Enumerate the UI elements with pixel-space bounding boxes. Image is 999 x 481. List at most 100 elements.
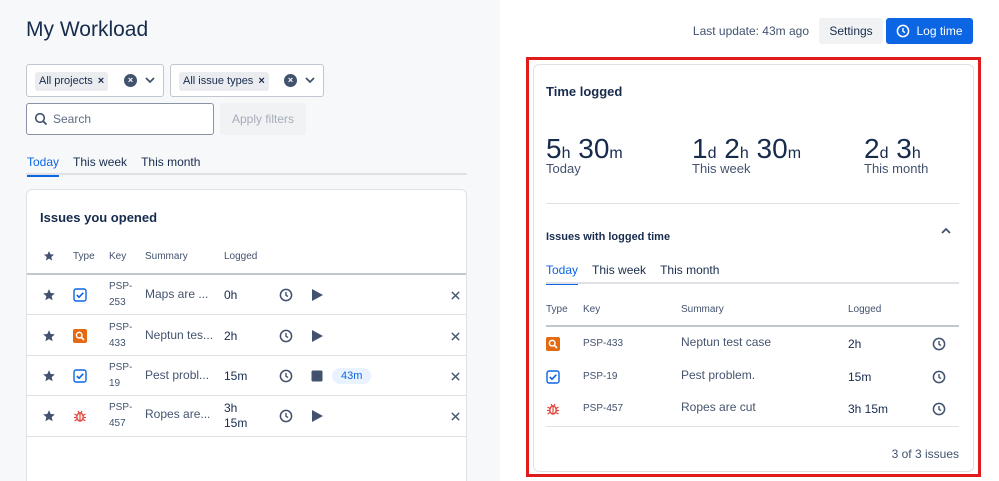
left-tabs: Today This week This month [27,155,200,177]
logged-time: 2h [224,329,238,343]
log-time-button[interactable]: Log time [886,18,973,44]
issue-key[interactable]: PSP-433 [109,320,139,352]
issue-key[interactable]: PSP-457 [583,401,623,417]
week-label: This week [692,161,751,176]
logged-time: 3h 15m [848,402,889,416]
issues-opened-card [26,189,467,481]
issue-key[interactable]: PSP-19 [583,369,617,385]
logged-time: 2h [848,337,862,351]
tab-this-month[interactable]: This month [141,155,200,175]
clock-icon[interactable] [932,370,946,384]
bug-type-icon [547,403,559,415]
last-update-text: Last update: 43m ago [692,24,809,38]
page-title: My Workload [26,18,149,41]
projects-chip: All projects × [35,72,109,91]
logged-time: 15m [224,369,248,383]
close-icon[interactable] [450,331,461,342]
table-header-divider [546,325,959,327]
star-header-icon [44,251,54,261]
logged-issues-title: Issues with logged time [546,231,671,243]
clock-icon[interactable] [279,329,293,343]
issue-key[interactable]: PSP- 253 [109,279,139,311]
row-divider [27,436,466,437]
month-label: This month [864,161,929,176]
chevron-down-icon[interactable] [304,73,316,87]
column-header-summary: Summary [145,251,188,262]
remove-chip-icon[interactable]: × [258,75,264,87]
tab-this-month[interactable]: This month [660,263,719,283]
clear-icon[interactable]: × [284,74,297,87]
issue-key[interactable]: PSP-19 [109,360,139,392]
clock-icon [897,24,910,38]
star-icon[interactable] [42,329,56,343]
issue-types-chip: All issue types × [179,72,269,91]
chevron-up-icon[interactable] [939,225,953,237]
task-type-icon [73,288,87,302]
issue-summary[interactable]: Ropes are cut [681,400,756,414]
table-bottom-divider [546,426,959,427]
tab-this-week[interactable]: This week [592,263,646,283]
tabs-divider [26,173,467,175]
play-icon[interactable] [310,409,324,423]
issue-summary[interactable]: Maps are ... [145,287,208,301]
stop-icon[interactable] [310,369,324,383]
row-divider [27,314,466,315]
logged-time: 15m [848,370,872,384]
column-header-summary: Summary [681,304,724,315]
test-type-icon [546,337,560,351]
close-icon[interactable] [450,411,461,422]
close-icon[interactable] [450,290,461,301]
projects-filter-select[interactable]: All projects × × [26,64,164,97]
tabs-divider [546,282,959,284]
issue-summary[interactable]: Neptun tes... [145,328,213,342]
star-icon[interactable] [42,369,56,383]
search-field[interactable] [26,103,214,135]
chevron-down-icon[interactable] [144,73,156,87]
issue-summary[interactable]: Pest probl... [145,368,209,382]
test-type-icon [73,329,87,343]
section-divider [546,203,959,204]
logged-time: 3h 15m [224,401,248,430]
running-timer-badge: 43m [332,368,372,384]
settings-button[interactable]: Settings [819,18,883,44]
star-icon[interactable] [42,409,56,423]
time-logged-title: Time logged [546,84,623,99]
today-label: Today [546,161,581,176]
tab-today[interactable]: Today [546,263,579,285]
column-header-logged: Logged [848,304,882,315]
clock-icon[interactable] [932,337,946,351]
issue-key[interactable]: PSP-433 [583,336,623,352]
column-header-key: Key [109,251,127,262]
log-time-label: Log time [916,24,963,38]
clear-icon[interactable]: × [124,74,137,87]
issue-summary[interactable]: Ropes are... [145,407,210,421]
issue-summary[interactable]: Pest problem. [681,368,755,382]
play-icon[interactable] [310,329,324,343]
issues-count: 3 of 3 issues [891,447,959,461]
column-header-logged: Logged [224,251,258,262]
column-header-type: Type [73,251,95,262]
column-header-type: Type [546,304,568,315]
clock-icon[interactable] [279,369,293,383]
close-icon[interactable] [450,371,461,382]
issue-key[interactable]: PSP-457 [109,400,139,432]
clock-icon[interactable] [932,402,946,416]
issue-types-filter-select[interactable]: All issue types × × [170,64,324,97]
task-type-icon [546,370,560,384]
bug-type-icon [74,410,86,422]
search-input[interactable] [53,110,207,128]
logged-time: 0h [224,288,238,302]
clock-icon[interactable] [279,288,293,302]
apply-filters-button[interactable]: Apply filters [220,103,306,135]
row-divider [27,355,466,356]
search-icon [34,112,48,126]
clock-icon[interactable] [279,409,293,423]
play-icon[interactable] [310,288,324,302]
remove-chip-icon[interactable]: × [98,75,104,87]
column-header-key: Key [583,304,601,315]
tab-this-week[interactable]: This week [73,155,127,175]
star-icon[interactable] [42,288,56,302]
issues-opened-title: Issues you opened [40,210,158,225]
issue-summary[interactable]: Neptun test case [681,335,771,349]
tab-today[interactable]: Today [27,155,60,177]
